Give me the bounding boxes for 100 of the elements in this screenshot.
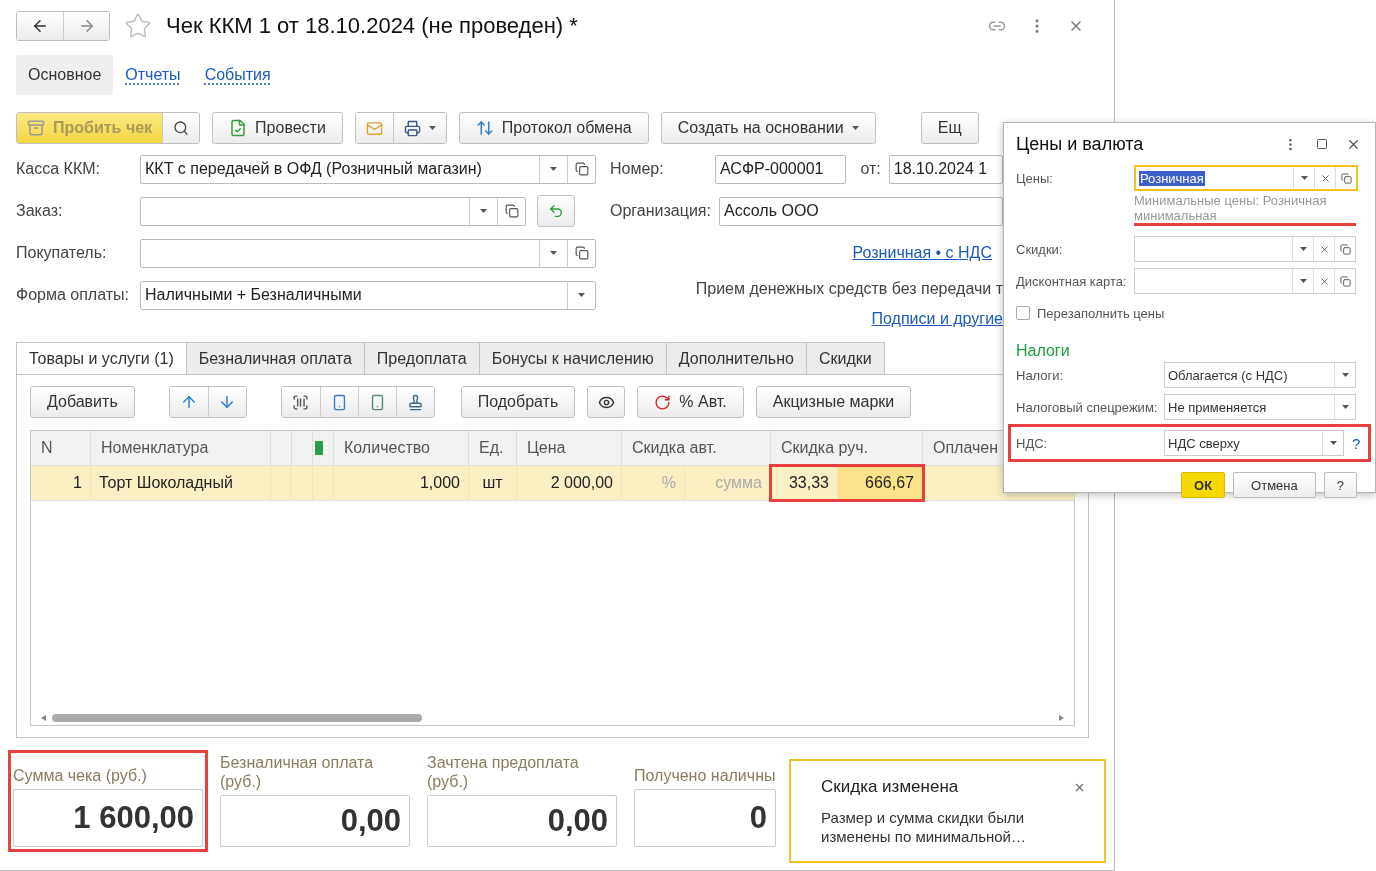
dialog-title: Цены и валюта <box>1016 133 1145 155</box>
total-value: 0,00 <box>427 795 617 847</box>
checkbox[interactable] <box>1016 306 1030 320</box>
organization-label: Организация: <box>610 202 711 220</box>
fill-button[interactable] <box>537 195 575 227</box>
refresh-icon <box>654 393 672 411</box>
copy-icon <box>504 204 519 218</box>
scanner-button[interactable] <box>357 387 396 417</box>
document-arrow-icon <box>548 203 564 219</box>
tax-regime-field[interactable]: Не применяется <box>1164 394 1356 420</box>
table-cell: % <box>622 466 685 500</box>
field-label: Касса ККМ: <box>16 160 100 177</box>
checkbox-label: Перезаполнить цены <box>1037 305 1166 321</box>
price-type-link[interactable]: Розничная • с НДС <box>852 244 992 262</box>
box-icon <box>27 119 45 137</box>
taxes-field[interactable]: Облагается (с НДС) <box>1164 362 1356 388</box>
terminal-button[interactable] <box>319 387 358 417</box>
date-label: от: <box>860 160 881 178</box>
caret-icon <box>851 126 859 130</box>
total-value: 1 600,00 <box>13 789 203 847</box>
document-tab[interactable]: Предоплата <box>363 342 480 375</box>
clear-icon <box>1318 275 1330 287</box>
document-tab[interactable]: Бонусы к начислению <box>478 342 667 375</box>
more-button[interactable]: Ещ <box>920 112 979 144</box>
table-cell: шт <box>469 466 517 500</box>
stamp-icon <box>406 393 424 411</box>
select-field[interactable] <box>140 238 596 268</box>
document-tab[interactable]: Скидки <box>805 342 885 375</box>
caret-icon <box>550 251 557 255</box>
caret-icon <box>1341 373 1349 377</box>
search-icon <box>173 120 190 136</box>
select-field[interactable]: ККТ с передачей в ОФД (Розничный магазин) <box>140 154 596 184</box>
select-field[interactable]: Наличными + Безналичными <box>140 280 596 310</box>
cancel-button[interactable]: Отмена <box>1233 472 1316 498</box>
caret-icon <box>578 293 585 297</box>
field-label: Налоговый спецрежим: <box>1016 399 1159 415</box>
post-button[interactable]: Провести <box>212 112 343 144</box>
caret-icon <box>1341 405 1349 409</box>
document-tab[interactable]: Безналичная оплата <box>185 342 365 375</box>
vat-field[interactable]: НДС сверху <box>1164 430 1344 456</box>
table-cell: 2 000,00 <box>517 466 622 500</box>
stamp-button[interactable] <box>395 387 434 417</box>
maximize-icon[interactable] <box>1316 138 1328 150</box>
nav-tab[interactable]: События <box>192 55 283 95</box>
copy-icon <box>1340 172 1352 184</box>
move-down-button[interactable] <box>207 387 246 417</box>
table-cell: 666,67 <box>838 466 923 500</box>
date-field[interactable]: 18.10.2024 1 <box>888 154 1003 184</box>
total-label: Зачтена предоплата (руб.) <box>427 753 580 791</box>
total-value: 0,00 <box>220 795 410 847</box>
caret-icon <box>550 167 557 171</box>
excise-button[interactable]: Акцизные марки <box>755 386 912 418</box>
scroll-right-icon <box>1059 715 1064 721</box>
barcode-button[interactable] <box>281 387 320 417</box>
prices-field[interactable]: Розничная <box>1134 165 1358 191</box>
number-field[interactable]: АСФР-000001 <box>715 154 847 184</box>
arrows-up-down-icon <box>475 119 494 137</box>
organization-field[interactable]: Ассоль ООО <box>718 196 1003 226</box>
column-header: N <box>31 431 91 465</box>
caret-icon <box>1300 176 1308 180</box>
move-up-button[interactable] <box>169 387 208 417</box>
view-button[interactable] <box>587 386 626 418</box>
pick-button[interactable]: Подобрать <box>460 386 576 418</box>
document-tab[interactable]: Товары и услуги (1) <box>16 342 187 375</box>
back-button[interactable] <box>17 12 63 40</box>
preview-button[interactable] <box>162 113 200 143</box>
add-button[interactable]: Добавить <box>30 386 135 418</box>
help-button[interactable]: ? <box>1323 472 1357 498</box>
copy-icon <box>574 162 589 176</box>
signatures-link[interactable]: Подписи и другие <box>871 310 1003 328</box>
help-link[interactable]: ? <box>1352 434 1361 452</box>
auto-discount-button[interactable]: % Авт. <box>637 386 744 418</box>
printer-icon <box>403 119 421 137</box>
document-tab[interactable]: Дополнительно <box>665 342 807 375</box>
scrollbar-thumb[interactable] <box>52 714 422 722</box>
print-button[interactable] <box>392 113 446 143</box>
discounts-field[interactable] <box>1134 236 1356 262</box>
create-based-button[interactable]: Создать на основании <box>660 112 876 144</box>
total-value: 0 <box>634 789 776 847</box>
select-field[interactable] <box>140 196 526 226</box>
close-icon[interactable] <box>1073 781 1086 794</box>
star-icon[interactable] <box>124 12 152 40</box>
discount-card-field[interactable] <box>1134 268 1356 294</box>
clear-icon <box>1319 172 1331 184</box>
column-header: Цена <box>517 431 622 465</box>
nav-tab[interactable]: Основное <box>16 55 114 95</box>
scroll-left-icon <box>41 715 46 721</box>
ok-button[interactable]: ОК <box>1181 472 1226 498</box>
field-label: НДС: <box>1016 435 1049 451</box>
field-label: Скидки: <box>1016 241 1064 257</box>
exchange-log-button[interactable]: Протокол обмена <box>458 112 649 144</box>
caret-icon <box>1329 441 1337 445</box>
table-row[interactable]: 1 Торт Шоколадный 1,000 шт 2 000,00 % сумма 33,33 666,67 <box>31 466 1074 501</box>
field-label: Налоги: <box>1016 367 1065 383</box>
field-label: Дисконтная карта: <box>1016 273 1128 289</box>
number-label: Номер: <box>610 160 665 178</box>
column-header: Скидка авт. <box>622 431 771 465</box>
forward-button[interactable] <box>63 12 109 40</box>
nav-tab[interactable]: Отчеты <box>113 55 193 95</box>
email-button[interactable] <box>355 113 393 143</box>
